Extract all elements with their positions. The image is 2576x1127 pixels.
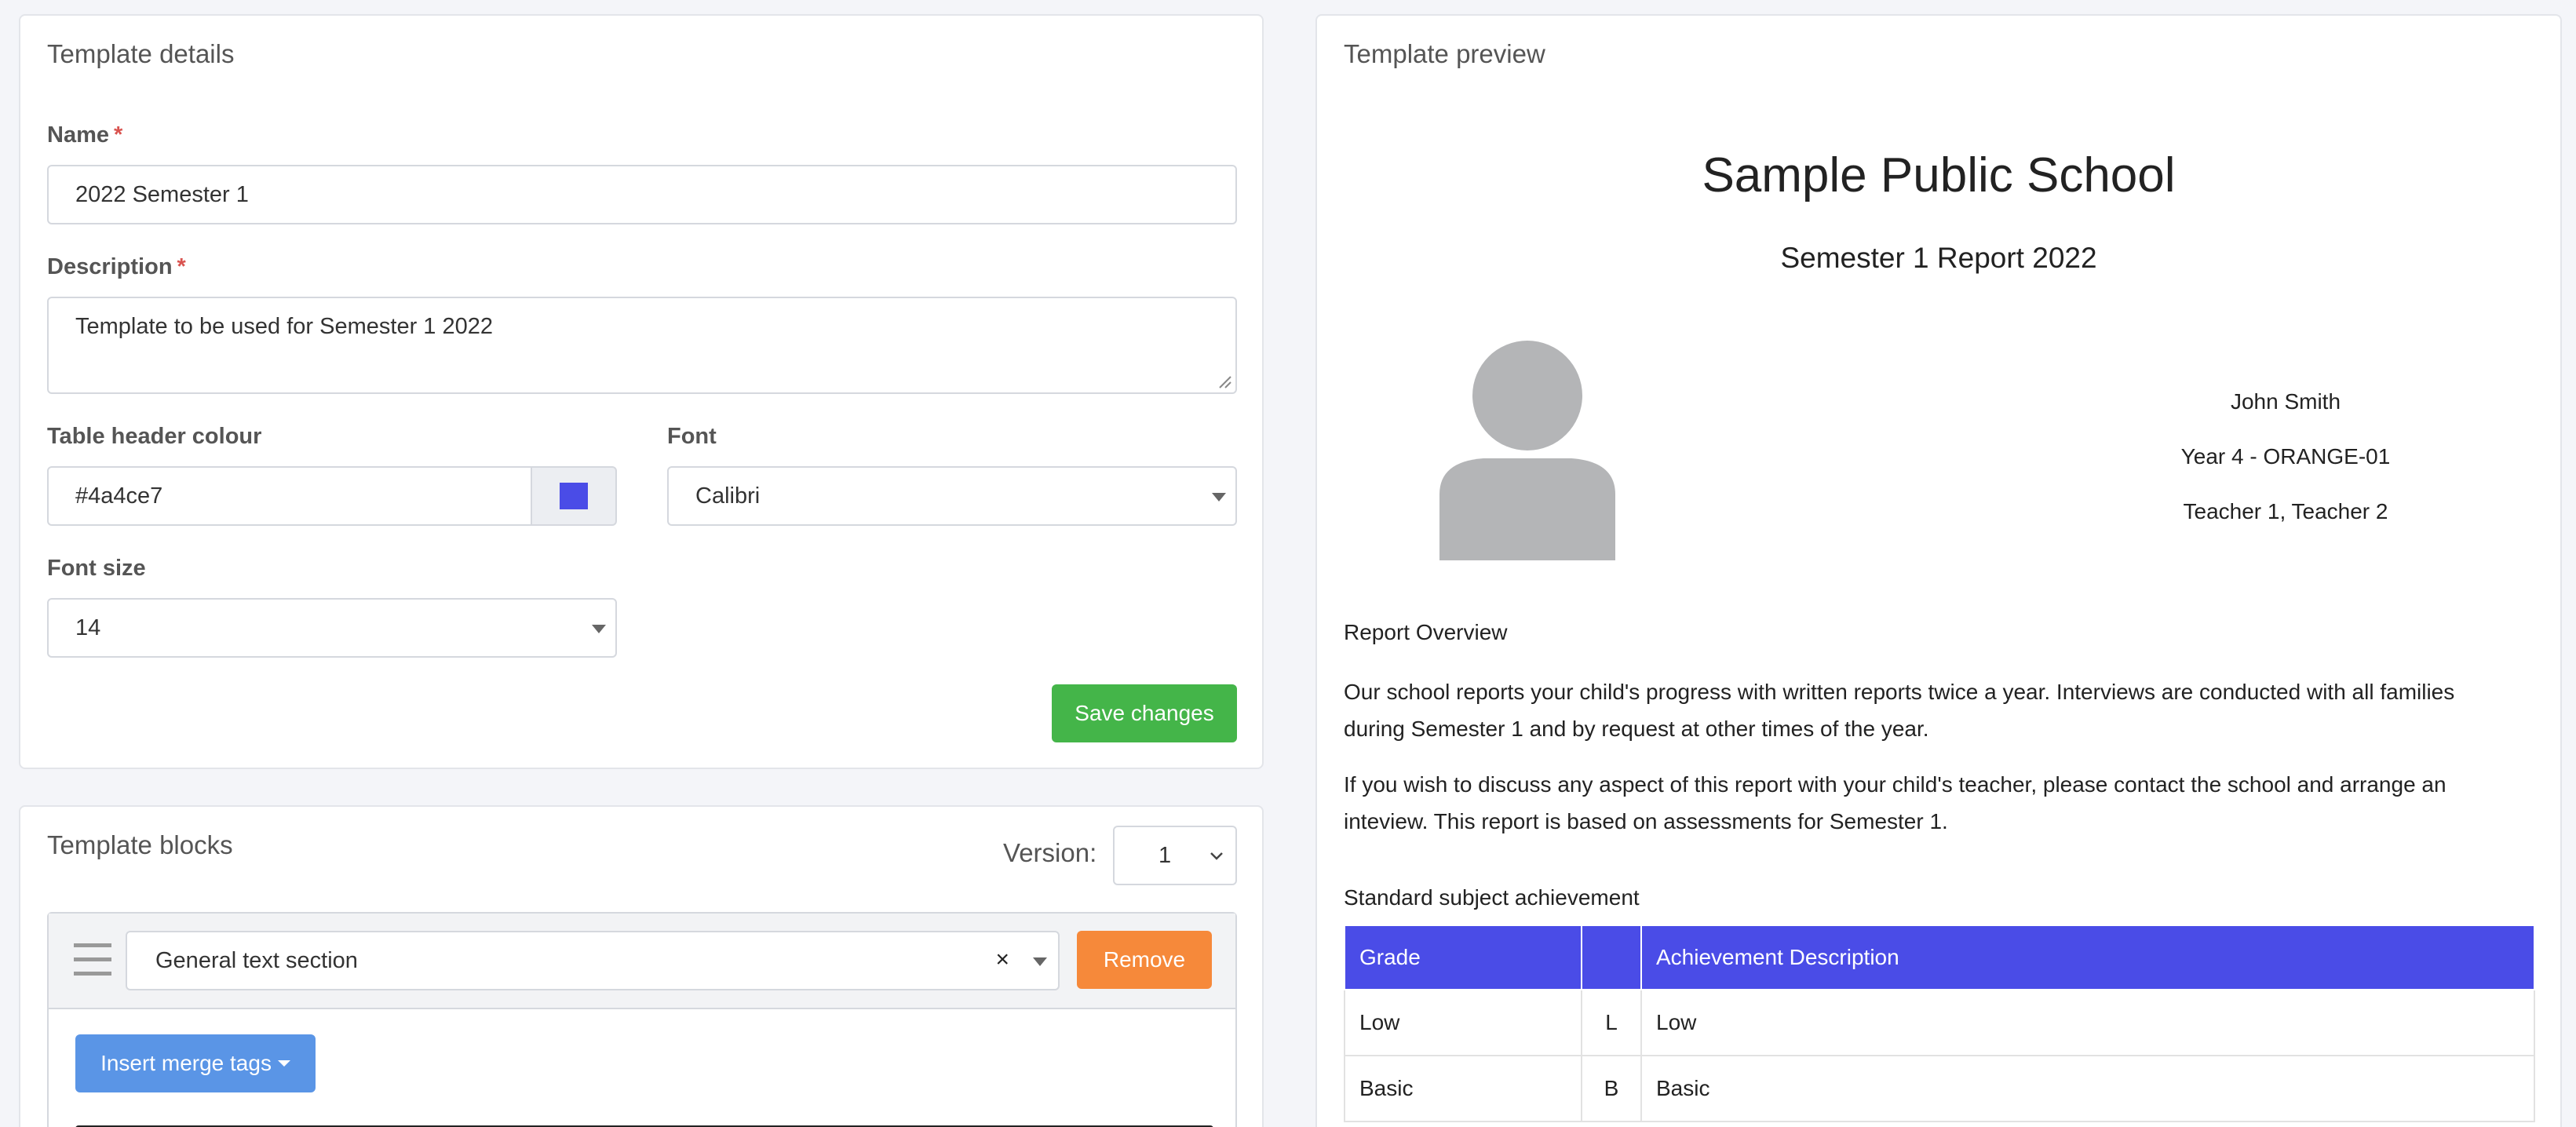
achievement-table: Grade Achievement Description Low L Low … (1344, 925, 2535, 1122)
version-select[interactable]: 1 (1113, 826, 1237, 885)
resize-handle-icon[interactable] (1218, 375, 1232, 389)
table-row: Low L Low (1344, 989, 2535, 1056)
font-label: Font (667, 424, 717, 449)
column-header (1581, 925, 1642, 990)
drag-handle-icon[interactable] (74, 943, 111, 976)
class-info: Year 4 - ORANGE-01 (2180, 444, 2391, 469)
caret-down-icon (277, 1060, 290, 1067)
required-mark: * (177, 254, 186, 279)
header-colour-input[interactable]: #4a4ce7 (47, 466, 534, 526)
block-card: General text section × Remove Insert mer… (47, 912, 1237, 1127)
colour-swatch (560, 483, 588, 509)
table-cell: Low (1344, 989, 1582, 1056)
block-header: General text section × Remove (49, 914, 1235, 1009)
insert-merge-tags-button[interactable]: Insert merge tags (75, 1034, 316, 1092)
description-label: Description * (47, 254, 186, 279)
clear-icon[interactable]: × (995, 946, 1009, 973)
panel-title: Template blocks (47, 830, 233, 859)
name-input[interactable]: 2022 Semester 1 (47, 165, 1237, 224)
name-label: Name * (47, 122, 123, 148)
panel-title: Template preview (1344, 39, 1545, 68)
table-header-row: Grade Achievement Description (1344, 925, 2535, 990)
table-cell: Low (1640, 989, 2535, 1056)
overview-heading: Report Overview (1344, 620, 1508, 644)
chevron-down-icon (592, 625, 606, 633)
save-changes-button[interactable]: Save changes (1052, 684, 1237, 742)
remove-button[interactable]: Remove (1077, 931, 1212, 989)
chevron-down-icon (1033, 957, 1047, 966)
column-header: Achievement Description (1640, 925, 2535, 990)
table-cell: Basic (1344, 1055, 1582, 1122)
panel-title: Template details (47, 39, 235, 68)
block-type-select[interactable]: General text section × (126, 931, 1060, 990)
template-details-panel: Template details Name * 2022 Semester 1 D… (19, 14, 1264, 769)
table-cell: Basic (1640, 1055, 2535, 1122)
template-blocks-panel: Template blocks Version: 1 General text … (19, 805, 1264, 1127)
font-size-select[interactable]: 14 (47, 598, 617, 658)
avatar-placeholder-icon (1439, 341, 1615, 560)
colour-picker-button[interactable] (531, 466, 617, 526)
teachers: Teacher 1, Teacher 2 (2183, 499, 2388, 523)
description-textarea[interactable]: Template to be used for Semester 1 2022 (47, 297, 1237, 394)
student-name: John Smith (2230, 389, 2341, 414)
table-cell: L (1581, 989, 1642, 1056)
overview-paragraph: Our school reports your child's progress… (1344, 680, 2455, 741)
version-label: Version: (1003, 838, 1097, 867)
chevron-down-icon (1212, 493, 1226, 501)
report-title: Semester 1 Report 2022 (1780, 242, 2097, 274)
font-select[interactable]: Calibri (667, 466, 1237, 526)
chevron-down-icon (1210, 852, 1223, 860)
required-mark: * (114, 122, 123, 148)
school-name: Sample Public School (1702, 148, 2176, 202)
header-colour-label: Table header colour (47, 424, 262, 449)
achievement-heading: Standard subject achievement (1344, 885, 1640, 910)
column-header: Grade (1344, 925, 1582, 990)
template-preview-panel: Template preview Sample Public School Se… (1315, 14, 2562, 1127)
font-size-label: Font size (47, 556, 146, 581)
table-cell: B (1581, 1055, 1642, 1122)
table-row: Basic B Basic (1344, 1055, 2535, 1122)
discuss-paragraph: If you wish to discuss any aspect of thi… (1344, 772, 2446, 833)
